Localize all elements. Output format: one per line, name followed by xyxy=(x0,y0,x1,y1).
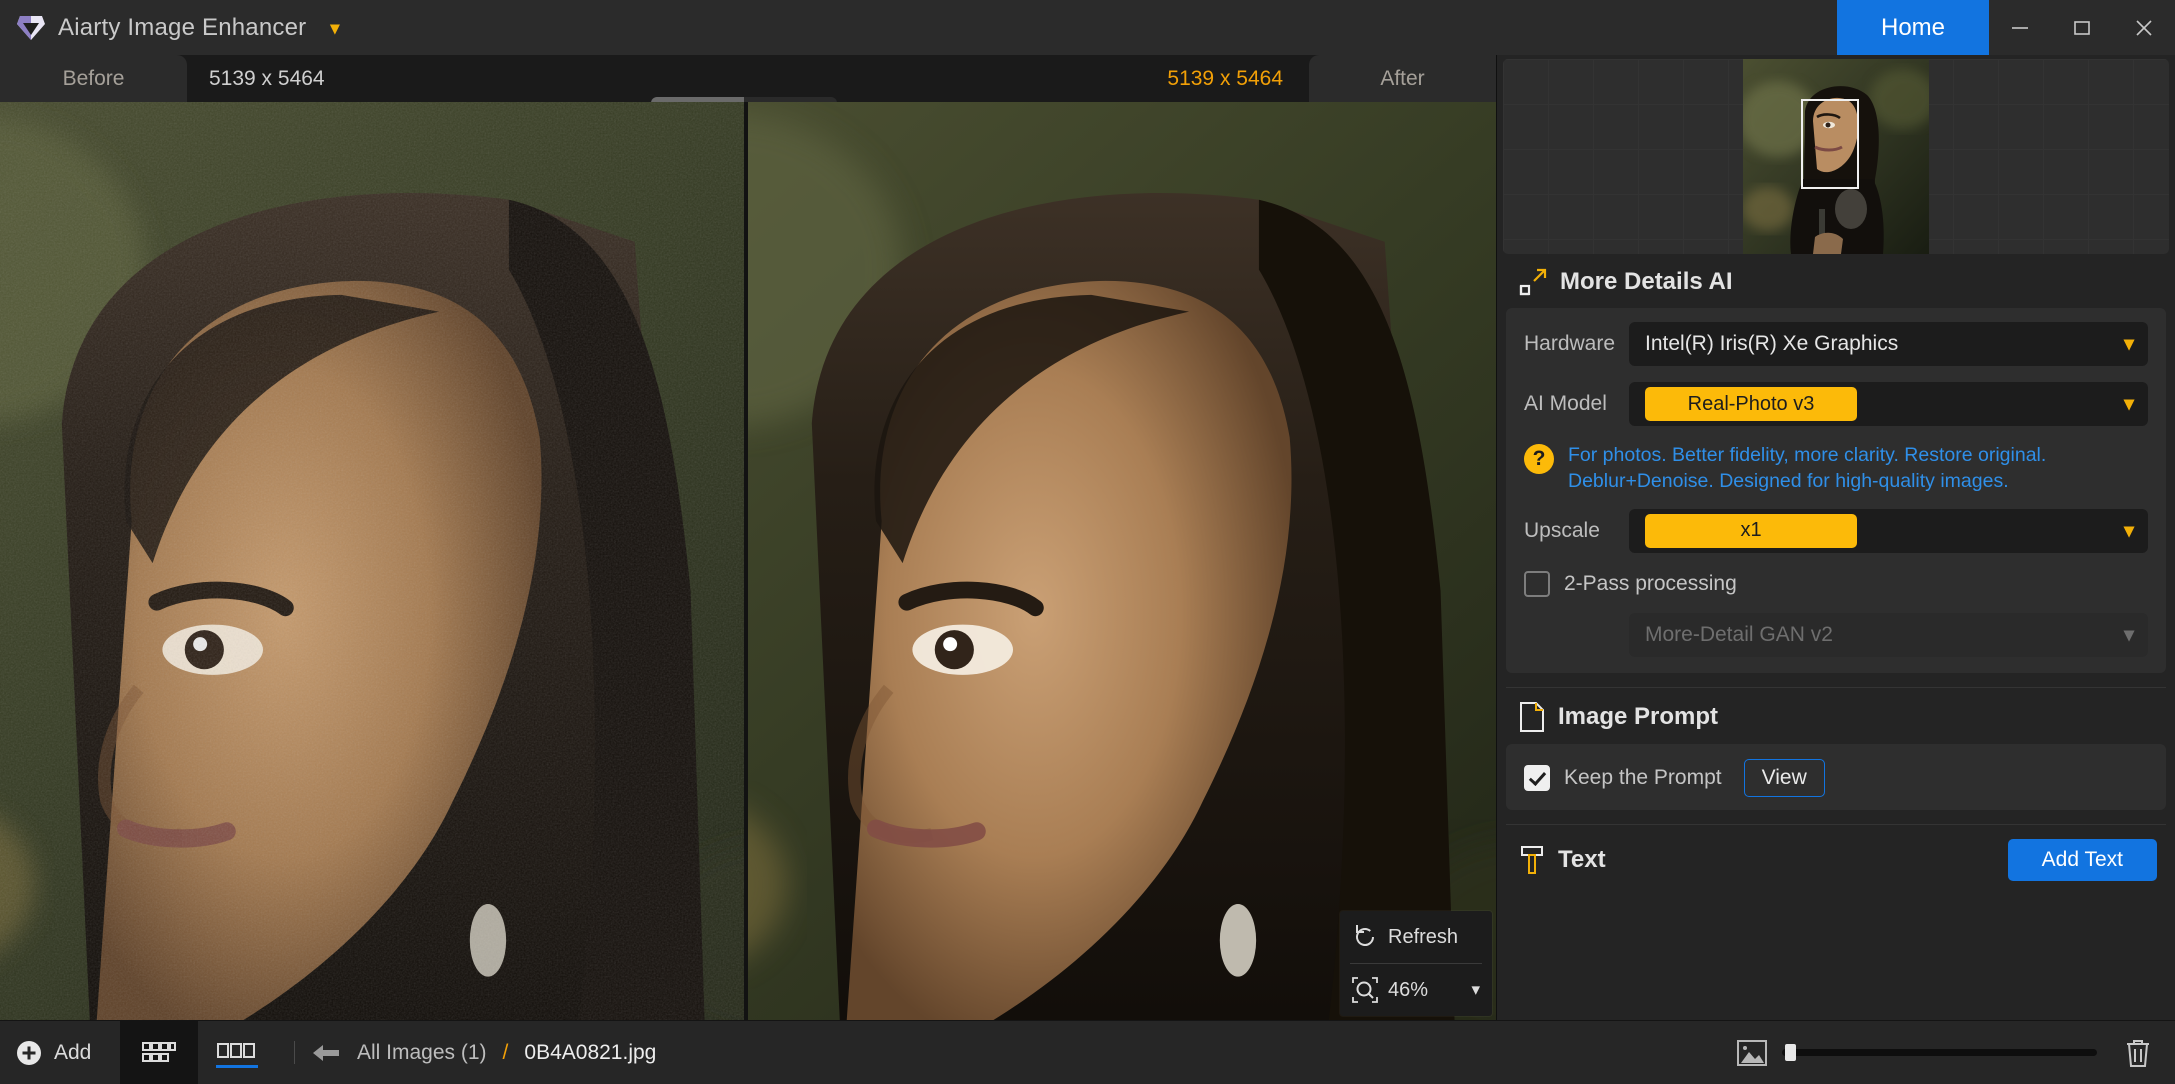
refresh-label: Refresh xyxy=(1388,925,1459,948)
after-image-pane[interactable]: Refresh 46% ▾ xyxy=(748,102,1496,1020)
before-dimensions: 5139 x 5464 xyxy=(209,66,325,90)
zoom-control[interactable]: 46% ▾ xyxy=(1340,964,1492,1016)
keep-prompt-checkbox[interactable] xyxy=(1524,764,1550,791)
compare-header: Before 5139 x 5464 5139 x 5464 After xyxy=(0,55,1496,129)
close-icon[interactable] xyxy=(2113,0,2175,55)
chevron-down-icon[interactable]: ▾ xyxy=(1471,980,1480,1000)
section-more-details-ai: More Details AI xyxy=(1497,254,2175,308)
ai-model-dropdown[interactable]: Real-Photo v3 ▾ xyxy=(1629,382,2148,426)
keep-prompt-label: Keep the Prompt xyxy=(1564,765,1722,789)
breadcrumb-separator: / xyxy=(502,1040,509,1064)
canvas-tool-panel: Refresh 46% ▾ xyxy=(1340,911,1492,1016)
header-spacer xyxy=(325,55,1168,102)
ai-model-hint: For photos. Better fidelity, more clarit… xyxy=(1568,444,2047,493)
thumbnail-size-slider[interactable] xyxy=(1782,1044,2097,1061)
slider-handle[interactable] xyxy=(1785,1044,1796,1061)
chevron-down-icon[interactable]: ▾ xyxy=(330,19,339,37)
second-model-dropdown: More-Detail GAN v2 ▾ xyxy=(1629,612,2148,657)
image-viewer: Before 5139 x 5464 5139 x 5464 After Ref… xyxy=(0,55,1496,1020)
upscale-dropdown[interactable]: x1 ▾ xyxy=(1629,508,2148,553)
after-photo xyxy=(748,102,1496,1020)
section-title: Image Prompt xyxy=(1558,702,1719,730)
expand-arrow-icon xyxy=(1519,268,1547,296)
app-title: Aiarty Image Enhancer xyxy=(58,13,307,41)
hardware-row: Hardware Intel(R) Iris(R) Xe Graphics ▾ xyxy=(1506,322,2166,366)
section-title: Text xyxy=(1558,845,1606,873)
text-tool-icon xyxy=(1519,845,1545,875)
second-model-row: More-Detail GAN v2 ▾ xyxy=(1506,612,2166,657)
maximize-icon[interactable] xyxy=(2051,0,2113,55)
delete-button[interactable] xyxy=(2123,1021,2175,1084)
breadcrumb: All Images (1) / 0B4A0821.jpg xyxy=(311,1021,656,1084)
upscale-label: Upscale xyxy=(1524,518,1600,542)
settings-sidebar: More Details AI Hardware Intel(R) Iris(R… xyxy=(1496,55,2175,1020)
chevron-down-icon: ▾ xyxy=(2123,519,2134,542)
after-dimensions: 5139 x 5464 xyxy=(1167,66,1283,90)
before-photo xyxy=(0,102,744,1020)
hardware-label: Hardware xyxy=(1524,332,1616,355)
app-window: Aiarty Image Enhancer ▾ Home Before 5139… xyxy=(0,0,2175,1084)
view-prompt-button[interactable]: View xyxy=(1743,758,1825,797)
grid-view-button[interactable] xyxy=(120,1021,198,1084)
image-prompt-card: Keep the Prompt View xyxy=(1506,743,2166,810)
title-bar: Aiarty Image Enhancer ▾ Home xyxy=(0,0,2175,55)
home-button[interactable]: Home xyxy=(1837,0,1989,55)
compare-canvas[interactable]: Refresh 46% ▾ xyxy=(0,102,1496,1020)
document-icon xyxy=(1519,701,1545,732)
chevron-down-icon: ▾ xyxy=(2123,393,2134,415)
back-arrow-icon[interactable] xyxy=(311,1042,341,1064)
navigator-panel[interactable] xyxy=(1503,59,2169,254)
hardware-value: Intel(R) Iris(R) Xe Graphics xyxy=(1645,332,1899,355)
bottom-bar: Add All Images (1) / 0B4A0821.jpg xyxy=(0,1020,2175,1084)
before-image-pane[interactable] xyxy=(0,102,744,1020)
breadcrumb-root[interactable]: All Images (1) xyxy=(357,1041,487,1065)
chevron-down-icon: ▾ xyxy=(2123,333,2134,355)
section-image-prompt: Image Prompt xyxy=(1497,688,2175,744)
text-section-heading: Text xyxy=(1519,845,1606,875)
zoom-value: 46% xyxy=(1388,978,1429,1001)
tab-before[interactable]: Before xyxy=(0,55,187,102)
section-title: More Details AI xyxy=(1560,268,1733,295)
chevron-down-icon: ▾ xyxy=(2123,623,2134,646)
question-mark-icon[interactable]: ? xyxy=(1524,444,1554,474)
upscale-value: x1 xyxy=(1645,513,1857,548)
filmstrip-view-icon xyxy=(217,1042,257,1064)
active-underline xyxy=(216,1065,258,1068)
trash-icon xyxy=(2123,1037,2153,1069)
two-pass-label: 2-Pass processing xyxy=(1564,571,1737,595)
refresh-icon xyxy=(1352,924,1378,950)
main-area: Before 5139 x 5464 5139 x 5464 After Ref… xyxy=(0,55,2175,1020)
two-pass-checkbox[interactable] xyxy=(1524,570,1550,597)
image-size-icon xyxy=(1736,1038,1768,1068)
grid-view-icon xyxy=(142,1040,176,1066)
thumbnail-size-control xyxy=(1736,1021,2123,1084)
bottombar-spacer xyxy=(656,1021,1736,1084)
more-details-card: Hardware Intel(R) Iris(R) Xe Graphics ▾ … xyxy=(1506,308,2166,673)
navigator-viewport[interactable] xyxy=(1801,99,1859,189)
minimize-icon[interactable] xyxy=(1989,0,2051,55)
add-label: Add xyxy=(54,1040,92,1064)
section-text: Text Add Text xyxy=(1497,825,2175,893)
app-brand: Aiarty Image Enhancer ▾ xyxy=(0,14,339,42)
second-model-value: More-Detail GAN v2 xyxy=(1645,622,1833,646)
gem-logo-icon xyxy=(16,14,46,42)
ai-model-value: Real-Photo v3 xyxy=(1645,387,1857,421)
ai-model-row: AI Model Real-Photo v3 ▾ xyxy=(1506,382,2166,426)
add-button[interactable]: Add xyxy=(0,1021,120,1084)
keep-prompt-row: Keep the Prompt View xyxy=(1506,757,2166,797)
zoom-magnifier-icon xyxy=(1352,977,1378,1003)
filmstrip-view-button[interactable] xyxy=(198,1021,276,1084)
hardware-dropdown[interactable]: Intel(R) Iris(R) Xe Graphics ▾ xyxy=(1629,322,2148,366)
two-pass-row: 2-Pass processing xyxy=(1506,569,2166,597)
ai-model-hint-row: ? For photos. Better fidelity, more clar… xyxy=(1506,438,2166,495)
refresh-button[interactable]: Refresh xyxy=(1340,911,1492,963)
divider xyxy=(294,1041,295,1064)
plus-circle-icon xyxy=(16,1040,42,1066)
upscale-row: Upscale x1 ▾ xyxy=(1506,508,2166,553)
ai-model-label: AI Model xyxy=(1524,392,1607,415)
add-text-button[interactable]: Add Text xyxy=(2007,838,2157,881)
tab-after[interactable]: After xyxy=(1309,55,1496,102)
breadcrumb-current: 0B4A0821.jpg xyxy=(524,1040,657,1064)
